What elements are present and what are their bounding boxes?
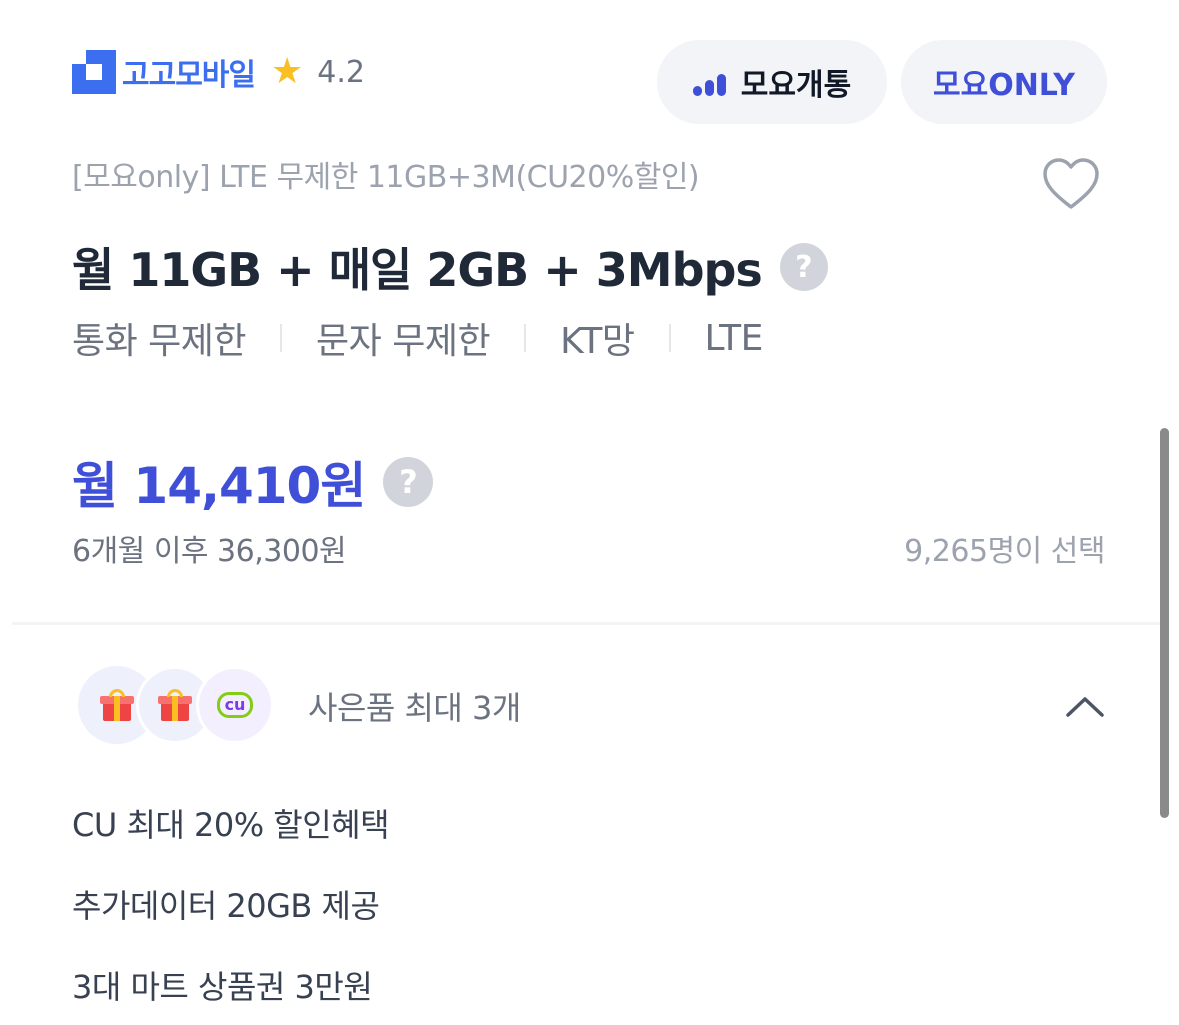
selection-count: 9,265명이 선택 [904, 534, 1105, 569]
heart-icon[interactable] [1042, 156, 1100, 212]
moyo-only-label: 모요ONLY [933, 68, 1075, 103]
gift-item: 추가데이터 20GB 제공 [72, 887, 380, 925]
scrollbar[interactable] [1160, 428, 1169, 818]
divider [668, 324, 671, 352]
monthly-price: 월 14,410원 [72, 457, 366, 515]
gift-item: 3대 마트 상품권 3만원 [72, 968, 373, 1006]
price-after-period: 6개월 이후 36,300원 [72, 534, 347, 569]
help-icon[interactable]: ? [779, 243, 828, 291]
feature-network: KT망 [560, 321, 635, 362]
plan-features: 통화 무제한 문자 무제한 KT망 LTE [72, 312, 763, 364]
header: 고고모바일 ★ 4.2 모요개통 모요ONLY [72, 40, 1107, 126]
moyo-activation-label: 모요개통 [740, 68, 852, 103]
gift-list: CU 최대 20% 할인혜택 추가데이터 20GB 제공 3대 마트 상품권 3… [72, 800, 390, 1025]
gifts-label: 사은품 최대 3개 [308, 689, 521, 727]
feature-sms: 문자 무제한 [316, 321, 491, 362]
cu-badge: cu [216, 692, 254, 718]
price-row: 월 14,410원 ? [72, 446, 434, 518]
divider [524, 324, 527, 352]
chevron-up-icon[interactable] [1065, 694, 1105, 718]
plan-name: [모요only] LTE 무제한 11GB+3M(CU20%할인) [72, 160, 700, 195]
gifts-toggle[interactable]: cu 사은품 최대 3개 [78, 666, 1105, 746]
plan-title: 월 11GB + 매일 2GB + 3Mbps [72, 243, 763, 297]
cu-logo-icon: cu [196, 666, 274, 744]
divider [280, 324, 283, 352]
rating-value: 4.2 [317, 54, 365, 90]
plan-title-row: 월 11GB + 매일 2GB + 3Mbps ? [72, 234, 828, 300]
feature-calls: 통화 무제한 [72, 321, 247, 362]
brand-logo-icon [72, 50, 116, 94]
gift-item: CU 최대 20% 할인혜택 [72, 806, 390, 844]
brand[interactable]: 고고모바일 ★ 4.2 [72, 48, 365, 96]
price-help-icon[interactable]: ? [383, 457, 434, 507]
section-divider [12, 622, 1167, 625]
feature-type: LTE [704, 317, 764, 359]
gift-icons: cu [78, 666, 278, 746]
moyo-only-button[interactable]: 모요ONLY [901, 40, 1107, 124]
brand-name: 고고모바일 [122, 58, 256, 93]
moyo-activation-button[interactable]: 모요개통 [657, 40, 887, 124]
moyo-logo-icon [692, 68, 729, 96]
star-icon: ★ [271, 51, 304, 92]
